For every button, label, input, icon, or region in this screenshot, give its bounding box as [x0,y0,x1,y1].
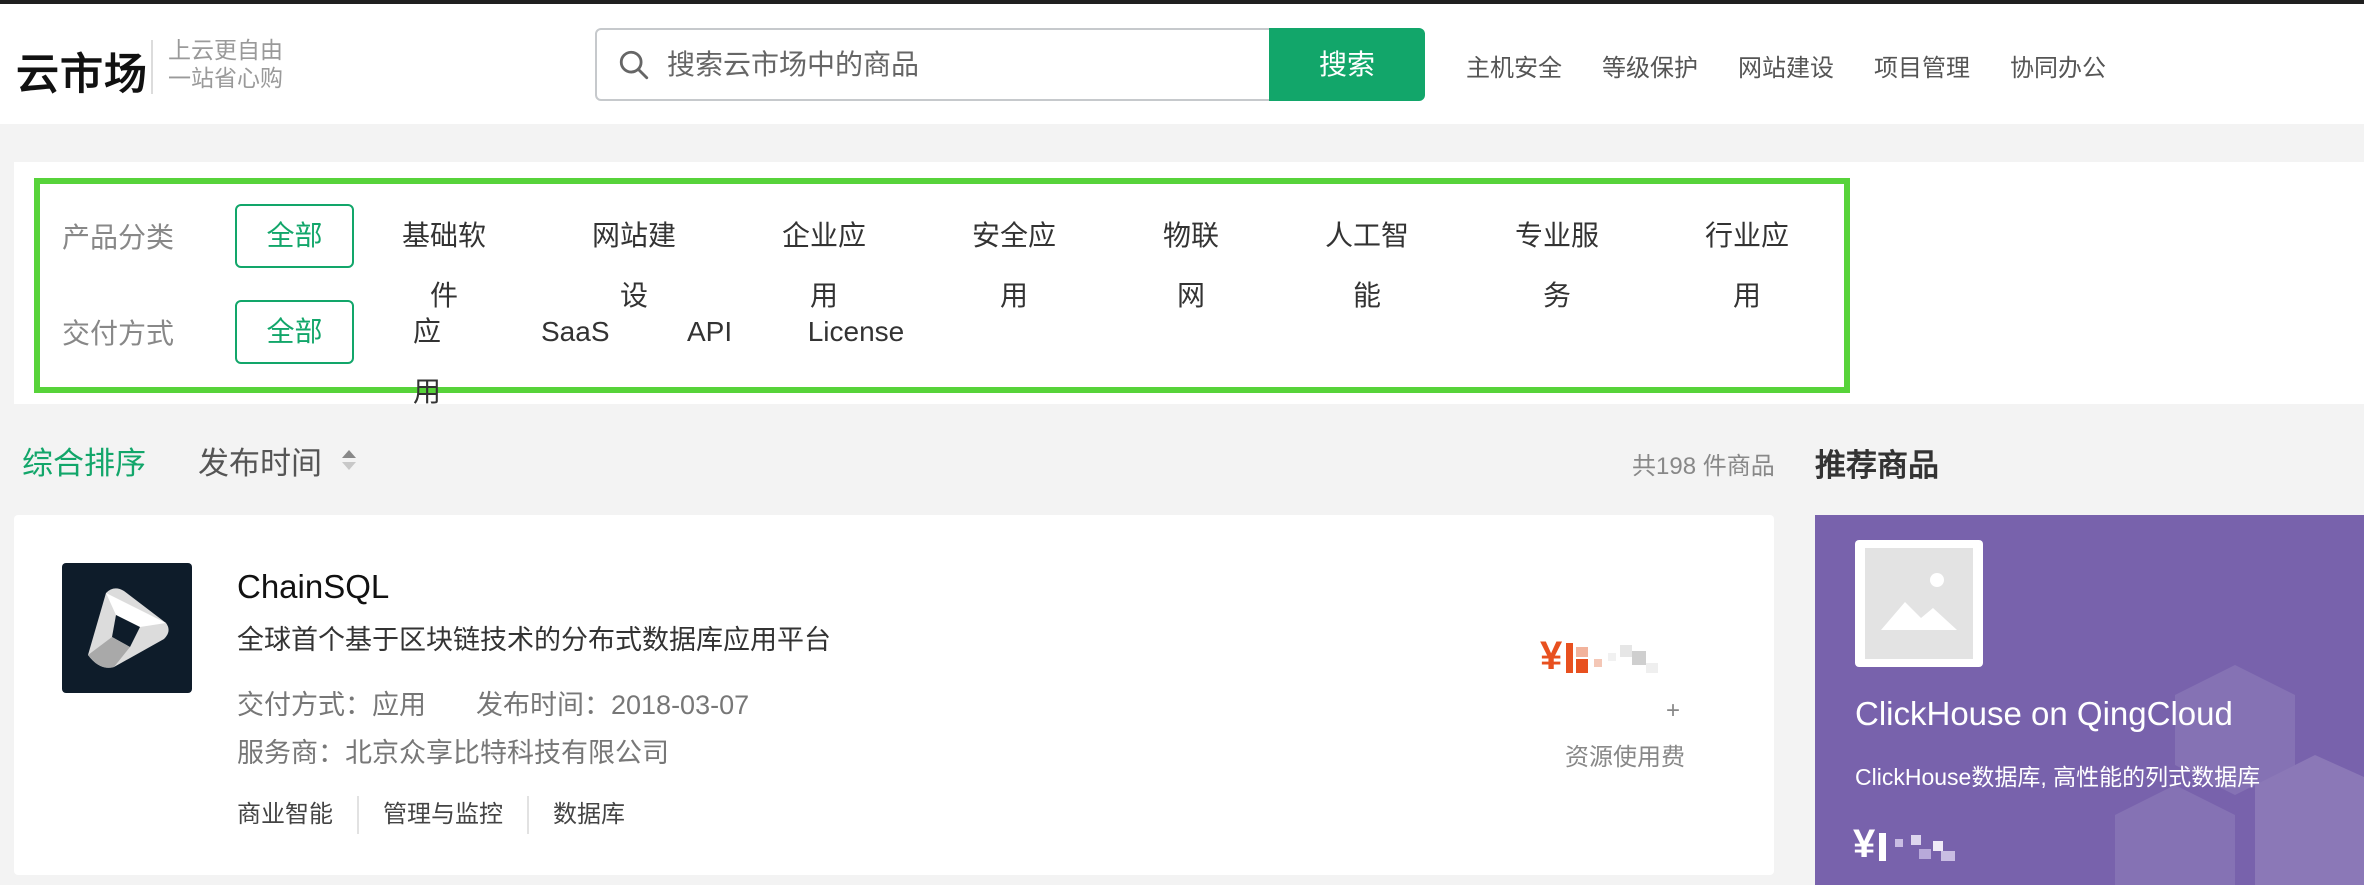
publish-value: 2018-03-07 [611,690,750,720]
resource-fee: 资源使用费 [1565,744,1685,771]
product-tags: 商业智能 管理与监控 数据库 [237,796,649,834]
delivery-option-saas[interactable]: SaaS [539,300,610,364]
filter-label-delivery: 交付方式 [62,318,175,349]
tag-monitoring[interactable]: 管理与监控 [357,796,527,834]
publish-label: 发布时间： [476,690,611,720]
hot-link-host-security[interactable]: 主机安全 [1466,48,1562,83]
recommended-price: ¥ [1853,822,1965,867]
recommended-price-symbol: ¥ [1853,822,1876,866]
delivery-label: 交付方式： [237,690,372,720]
category-option-all[interactable]: 全部 [235,204,354,268]
sort-caret-icon[interactable] [340,447,358,473]
sort-comprehensive[interactable]: 综合排序 [22,438,146,483]
filter-row-delivery: 交付方式 全部 应用 SaaS API License [62,300,907,407]
recommended-name[interactable]: ClickHouse on QingCloud [1855,695,2233,733]
product-meta-line-1: 交付方式：应用 发布时间：2018-03-07 [237,683,749,722]
product-meta-line-2: 服务商：北京众享比特科技有限公司 [237,731,669,770]
search-button[interactable]: 搜索 [1269,28,1425,101]
delivery-option-all[interactable]: 全部 [235,300,354,364]
search-icon [619,50,649,80]
product-description: 全球首个基于区块链技术的分布式数据库应用平台 [237,625,831,655]
search-box [595,28,1275,101]
filter-row-category: 产品分类 全部 基础软件 网站建设 企业应用 安全应用 物联网 人工智能 专业服… [62,204,1802,311]
recommended-image [1855,540,1983,667]
product-logo[interactable] [62,563,192,693]
price-symbol: ¥ [1540,634,1563,678]
recommended-price-blurred-icon [1879,832,1956,861]
delivery-value: 应用 [372,690,426,720]
category-option-industry[interactable]: 行业应用 [1692,204,1802,311]
sort-bar: 综合排序 发布时间 [22,438,358,482]
total-count: 共198 件商品 [1632,453,1775,480]
filter-label-category: 产品分类 [62,222,175,253]
sort-publish-time[interactable]: 发布时间 [198,438,322,483]
hot-link-collaboration[interactable]: 协同办公 [2010,48,2106,83]
recommend-title: 推荐商品 [1815,448,1939,483]
provider-label: 服务商： [237,738,345,768]
tag-business-intelligence[interactable]: 商业智能 [237,796,357,834]
hot-link-project-management[interactable]: 项目管理 [1874,48,1970,83]
recommended-card[interactable]: ClickHouse on QingCloud ClickHouse数据库, 高… [1815,515,2364,885]
chainsql-logo-icon [88,588,169,668]
header: 云市场 上云更自由 一站省心购 搜索 主机安全 等级保护 网站建设 项目管理 协… [0,4,2364,124]
provider-value[interactable]: 北京众享比特科技有限公司 [345,738,669,768]
brand-slogan: 上云更自由 一站省心购 [168,36,283,92]
brand-logo[interactable]: 云市场 [16,40,148,102]
hot-link-level-protection[interactable]: 等级保护 [1602,48,1698,83]
image-placeholder-icon [1865,548,1973,659]
category-option-professional[interactable]: 专业服务 [1502,204,1612,311]
product-price: ¥ [1540,634,1662,679]
price-plus: + [1666,697,1681,724]
slogan-line-2: 一站省心购 [168,65,283,91]
category-option-basic-software[interactable]: 基础软件 [389,204,499,311]
recommended-description: ClickHouse数据库, 高性能的列式数据库 [1855,764,2261,790]
category-option-ai[interactable]: 人工智能 [1312,204,1422,311]
product-name[interactable]: ChainSQL [237,568,389,606]
hot-links: 主机安全 等级保护 网站建设 项目管理 协同办公 [1466,48,2146,83]
hot-link-website-build[interactable]: 网站建设 [1738,48,1834,83]
category-option-security[interactable]: 安全应用 [959,204,1069,311]
price-blurred-icon [1566,642,1659,673]
slogan-line-1: 上云更自由 [168,37,283,63]
delivery-option-app[interactable]: 应用 [399,300,455,407]
tag-database[interactable]: 数据库 [527,796,649,834]
search-input[interactable] [667,30,1257,99]
category-option-enterprise[interactable]: 企业应用 [769,204,879,311]
delivery-option-license[interactable]: License [805,300,907,364]
logo-divider [151,40,153,94]
delivery-option-api[interactable]: API [685,300,732,364]
category-option-iot[interactable]: 物联网 [1149,204,1233,311]
category-option-website[interactable]: 网站建设 [579,204,689,311]
